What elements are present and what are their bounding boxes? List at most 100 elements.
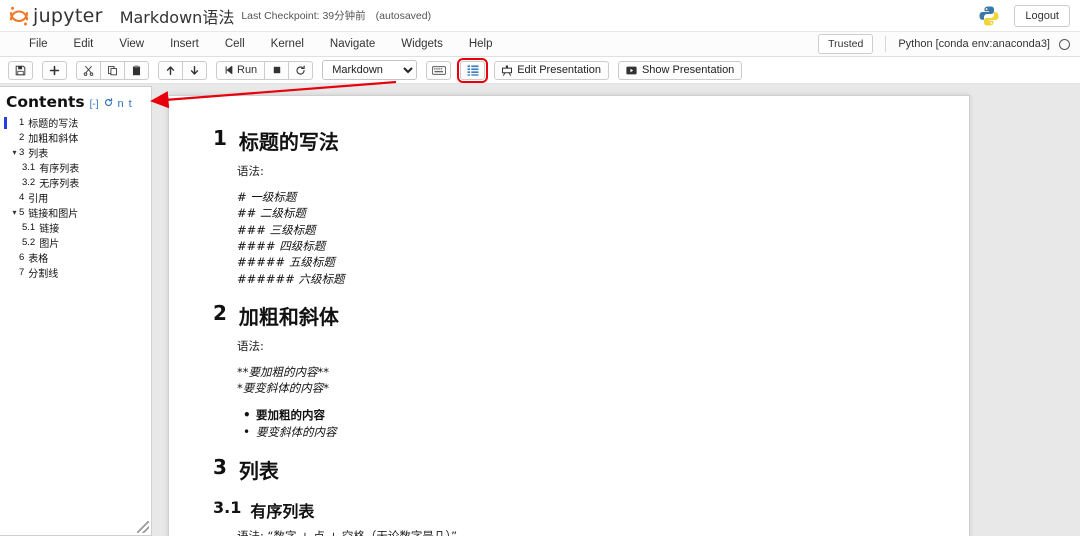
notebook-body: Contents [-] n t 1 标题的写法 2 — [0, 84, 1080, 536]
section-3-heading: 3 列表 — [213, 455, 925, 484]
last-checkpoint-text: Last Checkpoint: 39分钟前 — [241, 8, 365, 23]
toc-item-1[interactable]: 1 标题的写法 — [0, 115, 151, 130]
trusted-badge[interactable]: Trusted — [818, 34, 873, 54]
toc-item-number: 3 — [19, 147, 24, 158]
code-line: ### 三级标题 — [237, 222, 925, 238]
menu-insert[interactable]: Insert — [157, 34, 212, 54]
toc-item-2[interactable]: 2 加粗和斜体 — [0, 130, 151, 145]
menu-items-group: File Edit View Insert Cell Kernel Naviga… — [16, 34, 506, 54]
menubar-right-group: Trusted Python [conda env:anaconda3] — [818, 34, 1072, 54]
jupyter-logo[interactable]: jupyter — [8, 5, 103, 27]
show-presentation-button[interactable]: Show Presentation — [618, 61, 742, 80]
refresh-icon[interactable] — [104, 98, 113, 110]
logout-button[interactable]: Logout — [1014, 5, 1070, 27]
keyboard-shortcuts-button[interactable] — [426, 61, 451, 80]
toc-caret-icon[interactable]: ▾ — [10, 208, 19, 217]
toc-item-4[interactable]: 4 引用 — [0, 190, 151, 205]
toc-item-number: 6 — [19, 252, 24, 263]
cell-type-select[interactable]: Markdown — [322, 60, 417, 80]
toolbar-group-edit — [76, 61, 149, 80]
section-1-heading: 1 标题的写法 — [213, 126, 925, 155]
tool-bar: Run Markdown — [0, 57, 1080, 84]
run-cell-button[interactable]: Run — [216, 61, 265, 80]
edit-presentation-label: Edit Presentation — [517, 64, 601, 76]
move-cell-up-button[interactable] — [158, 61, 183, 80]
menu-cell[interactable]: Cell — [212, 34, 258, 54]
paste-cell-button[interactable] — [124, 61, 149, 80]
header-right-group: Logout — [978, 5, 1070, 27]
copy-cell-button[interactable] — [100, 61, 125, 80]
code-line: ##### 五级标题 — [237, 254, 925, 270]
toc-item-3-2[interactable]: 3.2 无序列表 — [0, 175, 151, 190]
menubar-divider — [885, 36, 886, 52]
toc-item-number: 4 — [19, 192, 24, 203]
section-1-syntax-label: 语法: — [237, 163, 925, 179]
toolbar-group-file: Run Markdown — [8, 60, 742, 80]
notebook-paper: 1 标题的写法 语法: # 一级标题 ## 二级标题 ### 三级标题 ####… — [168, 95, 970, 536]
kernel-idle-icon[interactable] — [1059, 39, 1070, 50]
code-line: # 一级标题 — [237, 189, 925, 205]
section-2-heading: 2 加粗和斜体 — [213, 301, 925, 330]
toc-item-label: 分割线 — [28, 265, 58, 280]
toc-resize-handle[interactable] — [137, 521, 149, 533]
menu-view[interactable]: View — [106, 34, 157, 54]
show-presentation-label: Show Presentation — [642, 64, 734, 76]
jupyter-mark-icon — [8, 5, 30, 27]
presentation-edit-icon — [502, 65, 512, 76]
toc-caret-icon[interactable]: ▾ — [10, 148, 19, 157]
interrupt-kernel-button[interactable] — [264, 61, 289, 80]
section-3-1-heading: 3.1 有序列表 — [213, 498, 925, 522]
toolbar-group-move — [158, 61, 207, 80]
toc-item-label: 链接 — [39, 220, 59, 235]
menu-widgets[interactable]: Widgets — [388, 34, 456, 54]
toc-item-7[interactable]: 7 分割线 — [0, 265, 151, 280]
restart-kernel-button[interactable] — [288, 61, 313, 80]
list-item: 要加粗的内容 — [243, 407, 925, 424]
toggle-table-of-contents-button[interactable] — [460, 61, 485, 80]
toc-item-label: 列表 — [28, 145, 48, 160]
code-line: ###### 六级标题 — [237, 271, 925, 287]
list-item: 要变斜体的内容 — [243, 424, 925, 441]
toc-item-number: 5.1 — [22, 222, 35, 233]
cut-cell-button[interactable] — [76, 61, 101, 80]
menu-kernel[interactable]: Kernel — [258, 34, 317, 54]
toc-item-label: 图片 — [39, 235, 59, 250]
toc-item-number: 5.2 — [22, 237, 35, 248]
move-cell-down-button[interactable] — [182, 61, 207, 80]
toc-item-number: 1 — [19, 117, 24, 128]
section-3-title: 列表 — [239, 455, 279, 484]
section-3-number: 3 — [213, 455, 227, 484]
jupyter-notebook-window: jupyter Markdown语法 Last Checkpoint: 39分钟… — [0, 0, 1080, 536]
edit-presentation-button[interactable]: Edit Presentation — [494, 61, 609, 80]
section-2-code-block[interactable]: **要加粗的内容** *要变斜体的内容* — [237, 364, 925, 397]
notebook-title[interactable]: Markdown语法 — [120, 4, 235, 28]
run-label: Run — [237, 64, 257, 76]
toc-item-label: 无序列表 — [39, 175, 79, 190]
menu-edit[interactable]: Edit — [61, 34, 107, 54]
menu-help[interactable]: Help — [456, 34, 506, 54]
insert-cell-button[interactable] — [42, 61, 67, 80]
toc-item-3[interactable]: ▾ 3 列表 — [0, 145, 151, 160]
python-logo-icon — [978, 5, 1000, 27]
toc-item-6[interactable]: 6 表格 — [0, 250, 151, 265]
code-line: #### 四级标题 — [237, 238, 925, 254]
menu-bar: File Edit View Insert Cell Kernel Naviga… — [0, 31, 1080, 57]
section-1-code-block[interactable]: # 一级标题 ## 二级标题 ### 三级标题 #### 四级标题 ##### … — [237, 189, 925, 287]
toc-item-number: 7 — [19, 267, 24, 278]
presentation-play-icon — [626, 66, 637, 75]
toc-item-5[interactable]: ▾ 5 链接和图片 — [0, 205, 151, 220]
toc-collapse-toggle[interactable]: [-] — [90, 99, 99, 110]
toc-item-number: 5 — [19, 207, 24, 218]
toc-theme-toggle[interactable]: t — [129, 98, 132, 110]
toc-item-5-2[interactable]: 5.2 图片 — [0, 235, 151, 250]
save-button[interactable] — [8, 61, 33, 80]
menu-file[interactable]: File — [16, 34, 61, 54]
toc-item-3-1[interactable]: 3.1 有序列表 — [0, 160, 151, 175]
toc-number-toggle[interactable]: n — [118, 98, 124, 110]
toc-item-label: 表格 — [28, 250, 48, 265]
menu-navigate[interactable]: Navigate — [317, 34, 388, 54]
toc-item-5-1[interactable]: 5.1 链接 — [0, 220, 151, 235]
toolbar-group-run: Run — [216, 61, 313, 80]
toc-list: 1 标题的写法 2 加粗和斜体 ▾ 3 列表 3.1 有序列表 — [0, 113, 151, 280]
toc-item-number: 3.1 — [22, 162, 35, 173]
